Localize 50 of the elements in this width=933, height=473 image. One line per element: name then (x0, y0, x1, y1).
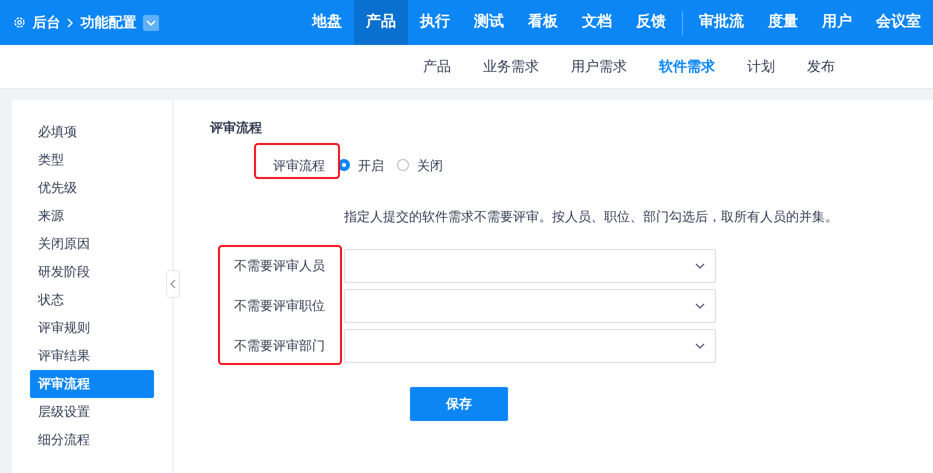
nav-tab[interactable]: 产品 (354, 0, 408, 45)
nav-tab[interactable]: 度量 (756, 0, 810, 45)
chevron-icon (67, 18, 74, 28)
collapse-handle[interactable] (166, 270, 180, 298)
hint-text: 指定人提交的软件需求不需要评审。按人员、职位、部门勾选后，取所有人员的并集。 (344, 208, 839, 226)
radio-option[interactable]: 关闭 (397, 156, 443, 175)
select-field[interactable] (344, 328, 716, 362)
sidebar-item[interactable]: 评审结果 (30, 342, 154, 370)
nav-tab[interactable]: 看板 (516, 0, 570, 45)
nav-tab[interactable]: 执行 (408, 0, 462, 45)
sidebar-item[interactable]: 状态 (30, 286, 154, 314)
nav-tab[interactable]: 用户 (810, 0, 864, 45)
sub-nav-tab[interactable]: 产品 (407, 44, 467, 88)
sub-nav-tab[interactable]: 软件需求 (643, 44, 731, 88)
caret-icon (695, 342, 705, 348)
sub-nav-tab[interactable]: 用户需求 (555, 44, 643, 88)
select-field[interactable] (344, 288, 716, 322)
sidebar-item[interactable]: 关闭原因 (30, 230, 154, 258)
sidebar-item[interactable]: 来源 (30, 202, 154, 230)
nav-tab[interactable]: 反馈 (624, 0, 678, 45)
settings-icon[interactable] (13, 16, 26, 29)
select-field[interactable] (344, 248, 716, 282)
sub-nav-tab[interactable]: 计划 (731, 44, 791, 88)
save-button[interactable]: 保存 (410, 386, 508, 420)
breadcrumb-current: 功能配置 (80, 13, 136, 32)
sidebar-item[interactable]: 优先级 (30, 174, 154, 202)
caret-icon (695, 302, 705, 308)
field-label: 评审流程 (272, 156, 326, 174)
sidebar-item[interactable]: 细分流程 (30, 426, 154, 454)
caret-icon (695, 262, 705, 268)
breadcrumb-link[interactable]: 后台 (32, 12, 60, 33)
sidebar-item[interactable]: 研发阶段 (30, 258, 154, 286)
nav-tab[interactable]: 测试 (462, 0, 516, 45)
sidebar-item[interactable]: 评审流程 (30, 370, 154, 398)
sidebar-item[interactable]: 评审规则 (30, 314, 154, 342)
section-title: 评审流程 (210, 119, 263, 137)
nav-tab[interactable]: 审批流 (687, 0, 756, 45)
dropdown-icon[interactable] (143, 14, 159, 30)
sidebar-item[interactable]: 类型 (30, 146, 154, 174)
field-label: 不需要评审人员 (233, 256, 326, 275)
sub-nav-tab[interactable]: 发布 (791, 44, 851, 88)
field-label: 不需要评审职位 (233, 296, 326, 315)
sidebar-item[interactable]: 必填项 (30, 118, 154, 146)
field-label: 不需要评审部门 (233, 336, 326, 355)
nav-tab[interactable]: 地盘 (300, 0, 354, 45)
radio-option[interactable]: 开启 (338, 156, 384, 175)
sub-nav-tab[interactable]: 业务需求 (467, 44, 555, 88)
sidebar-item[interactable]: 层级设置 (30, 398, 154, 426)
nav-tab[interactable]: 文档 (570, 0, 624, 45)
nav-tab[interactable]: 会议室 (864, 0, 933, 45)
